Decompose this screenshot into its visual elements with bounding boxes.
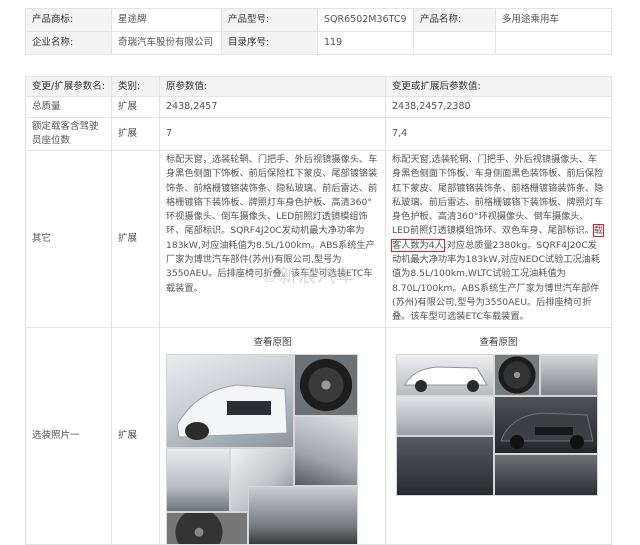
rear-trim-photo [248, 485, 358, 544]
model-value: SQR6502M36TC9 [317, 8, 414, 32]
other-new-text: 标配天窗,选装轮辋、门把手、外后视镜摄像头、车身黑色侧面下饰板、车身侧面黑色装饰… [385, 150, 612, 328]
param-original: 2438,2457 [159, 96, 386, 118]
header-original: 原参数值: [159, 76, 386, 97]
param-name: 选装照片一 [25, 326, 112, 545]
original-photo-cell: 查看原图 [159, 326, 386, 545]
wheel-photo [294, 353, 358, 416]
catalog-value: 119 [317, 31, 414, 55]
header-category: 类别: [111, 76, 160, 97]
product-name-value: 多用途乘用车 [495, 8, 612, 32]
header-param-name: 变更/扩展参数名: [25, 76, 112, 97]
mirror-photo [294, 415, 358, 486]
param-category: 扩展 [111, 96, 160, 118]
param-name: 总质量 [25, 96, 112, 118]
param-category: 扩展 [111, 150, 160, 328]
row-seat-count: 额定载客含驾驶员座位数 扩展 7 7,4 [25, 117, 612, 151]
view-original-link[interactable]: 查看原图 [166, 336, 379, 350]
watermark: ©新浪汽车 [260, 266, 355, 287]
param-name: 额定载客含驾驶员座位数 [25, 117, 112, 151]
product-info-row-1: 产品商标: 星途牌 产品型号: SQR6502M36TC9 产品名称: 多用途乘… [25, 8, 612, 32]
dark-suv-side-photo [494, 453, 598, 496]
white-suv-drawing [404, 366, 488, 392]
door-handle-photo [166, 447, 230, 512]
model-label: 产品型号: [221, 8, 318, 32]
brand-label: 产品商标: [25, 8, 112, 32]
dark-suv-rear-photo [396, 435, 494, 496]
param-category: 扩展 [111, 326, 160, 545]
car-front-drawing [176, 384, 288, 440]
car-front-photo [166, 353, 294, 448]
product-info-table: 产品商标: 星途牌 产品型号: SQR6502M36TC9 产品名称: 多用途乘… [25, 8, 612, 55]
product-info-row-2: 企业名称: 奇瑞汽车股份有限公司 目录序号: 119 [25, 31, 612, 55]
company-value: 奇瑞汽车股份有限公司 [111, 31, 222, 55]
dark-suv-drawing [500, 412, 594, 449]
new-text-before: 标配天窗,选装轮辋、门把手、外后视镜摄像头、车身黑色侧面下饰板、车身侧面黑色装饰… [392, 154, 604, 237]
param-new: 7,4 [385, 117, 612, 151]
param-name: 其它 [25, 150, 112, 328]
row-total-mass: 总质量 扩展 2438,2457 2438,2457,2380 [25, 96, 612, 118]
row-optional-photo: 选装照片一 扩展 查看原图 查看原图 [25, 326, 612, 545]
white-suv-photo [396, 353, 494, 396]
company-label: 企业名称: [25, 31, 112, 55]
original-photo-grid[interactable] [166, 353, 366, 544]
catalog-label: 目录序号: [221, 31, 318, 55]
new-photo-grid[interactable] [396, 353, 598, 496]
other-original-text: 标配天窗，选装轮辋、门把手、外后视镜摄像头、车身黑色侧面下饰板、前后保险杠下蒙皮… [159, 150, 386, 328]
change-params-table: 变更/扩展参数名: 类别: 原参数值: 变更或扩展后参数值: 总质量 扩展 24… [25, 76, 612, 545]
new-photo-cell: 查看原图 [385, 326, 612, 545]
brand-value: 星途牌 [111, 8, 222, 32]
dark-suv-front-photo [494, 395, 598, 454]
product-name-label: 产品名称: [413, 8, 496, 32]
row-other: 其它 扩展 标配天窗，选装轮辋、门把手、外后视镜摄像头、车身黑色侧面下饰板、前后… [25, 150, 612, 328]
empty-cell [413, 31, 496, 55]
change-header-row: 变更/扩展参数名: 类别: 原参数值: 变更或扩展后参数值: [25, 76, 612, 97]
white-suv-side-photo [396, 395, 494, 436]
new-text-after: ,对应总质量2380kg。SQRF4J20C发动机最大净功率为183kW,对应N… [392, 239, 601, 323]
rear-wheel-photo [166, 511, 248, 544]
wheel-photo [494, 353, 540, 396]
view-original-link[interactable]: 查看原图 [392, 336, 605, 350]
param-category: 扩展 [111, 117, 160, 151]
param-new: 2438,2457,2380 [385, 96, 612, 118]
param-original: 7 [159, 117, 386, 151]
empty-cell [495, 31, 612, 55]
mirror-camera-photo [540, 353, 598, 396]
header-new: 变更或扩展后参数值: [385, 76, 612, 97]
